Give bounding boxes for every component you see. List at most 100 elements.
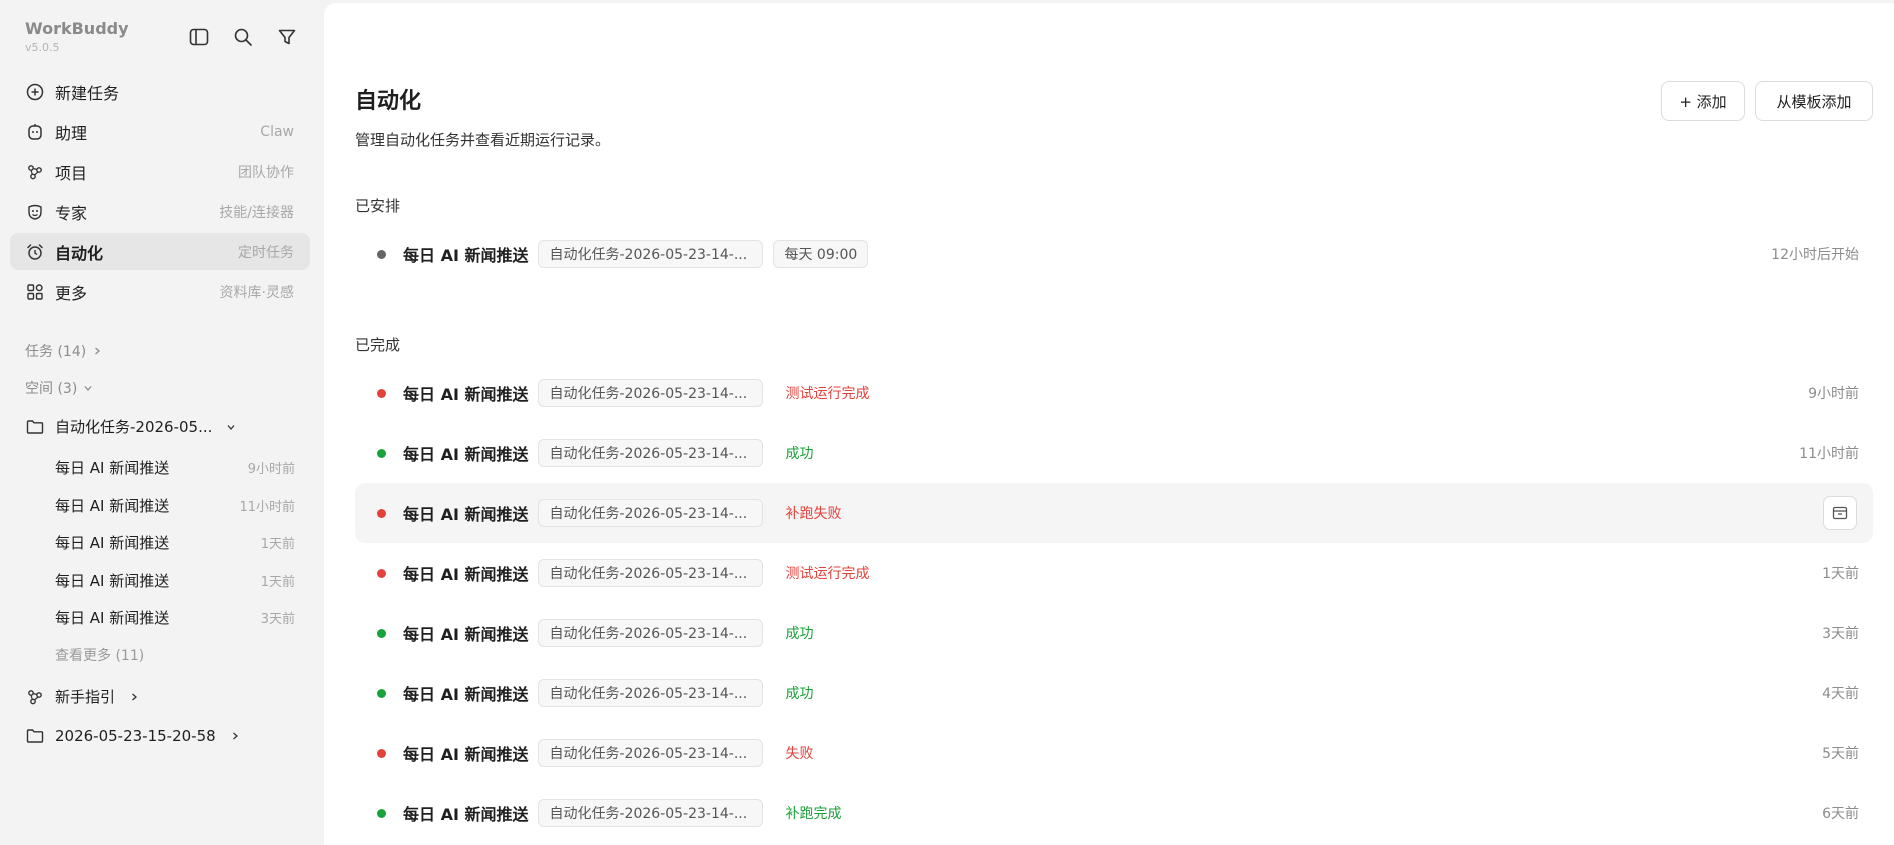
task-name: 每日 AI 新闻推送 [403,385,529,404]
main-panel: 自动化 管理自动化任务并查看近期运行记录。 + 添加 从模板添加 已安排 每日 … [324,3,1894,845]
add-button[interactable]: + 添加 [1661,81,1745,121]
task-source-chip: 自动化任务-2026-05-23-14-... [538,619,764,647]
task-name: 每日 AI 新闻推送 [403,565,529,584]
nav-item-assistant[interactable]: 助理 Claw [10,113,310,150]
task-source-chip: 自动化任务-2026-05-23-14-... [538,439,764,467]
nav-item-hint: Claw [260,123,294,140]
tasks-group-header[interactable]: 任务 (14) [25,341,102,361]
status-dot [377,628,386,638]
archive-button[interactable] [1823,496,1857,530]
add-from-template-button[interactable]: 从模板添加 [1755,81,1873,121]
list-item-title: 每日 AI 新闻推送 [55,571,170,590]
status-dot [377,748,386,758]
archive-icon [1832,506,1848,520]
run-status: 测试运行完成 [785,566,870,582]
row-time: 4天前 [1822,686,1859,702]
table-row[interactable]: 每日 AI 新闻推送 自动化任务-2026-05-23-14-... 成功 4天… [355,663,1873,723]
row-time: 3天前 [1822,626,1859,642]
task-source-chip: 自动化任务-2026-05-23-14-... [538,739,764,767]
table-row[interactable]: 每日 AI 新闻推送 自动化任务-2026-05-23-14-... 测试运行完… [355,543,1873,603]
project-icon [25,162,45,182]
chevron-right-icon [129,692,139,702]
sidebar-toggle-icon[interactable] [188,26,210,48]
folder-dated[interactable]: 2026-05-23-15-20-58 [25,726,295,746]
table-row[interactable]: 每日 AI 新闻推送 自动化任务-2026-05-23-14-... 成功 3天… [355,603,1873,663]
sidebar-toolbar [188,26,298,48]
row-time: 1天前 [1822,566,1859,582]
nav-item-label: 自动化 [55,243,104,263]
list-item-title: 每日 AI 新闻推送 [55,459,170,478]
task-name: 每日 AI 新闻推送 [403,246,529,265]
table-row[interactable]: 每日 AI 新闻推送 自动化任务-2026-05-23-14-... 成功 11… [355,423,1873,483]
table-row[interactable]: 每日 AI 新闻推送 自动化任务-2026-05-23-14-... 补跑失败 [355,483,1873,543]
list-item-title: 每日 AI 新闻推送 [55,496,170,515]
chevron-right-icon [230,731,240,741]
run-status: 成功 [785,446,814,462]
guide-row[interactable]: 新手指引 [25,686,295,707]
row-time: 6天前 [1822,806,1859,822]
task-name: 每日 AI 新闻推送 [403,805,529,824]
search-icon[interactable] [232,26,254,48]
status-dot [377,388,386,398]
guide-label: 新手指引 [55,688,116,706]
run-status: 补跑失败 [785,506,842,522]
list-item[interactable]: 每日 AI 新闻推送 9小时前 [55,449,295,487]
schedule-chip: 每天 09:00 [773,240,869,268]
nav-item-projects[interactable]: 项目 团队协作 [10,153,310,190]
task-source-chip: 自动化任务-2026-05-23-14-... [538,379,764,407]
apps-grid-icon [25,282,45,302]
table-row[interactable]: 每日 AI 新闻推送 自动化任务-2026-05-23-14-... 每天 09… [355,224,1873,284]
table-row[interactable]: 每日 AI 新闻推送 自动化任务-2026-05-23-14-... 补跑完成 … [355,783,1873,843]
nav-item-hint: 资料库·灵感 [219,284,294,301]
scheduled-list: 每日 AI 新闻推送 自动化任务-2026-05-23-14-... 每天 09… [355,224,1873,284]
run-status: 补跑完成 [785,806,842,822]
spaces-group-header[interactable]: 空间 (3) [25,378,93,398]
nav-item-hint: 技能/连接器 [219,204,294,221]
run-status: 成功 [785,626,814,642]
task-name: 每日 AI 新闻推送 [403,445,529,464]
task-source-chip: 自动化任务-2026-05-23-14-... [538,679,764,707]
status-dot [377,688,386,698]
run-status: 成功 [785,686,814,702]
folder-task-list: 每日 AI 新闻推送 9小时前 每日 AI 新闻推送 11小时前 每日 AI 新闻推… [55,449,295,637]
folder-icon [25,726,45,746]
list-item[interactable]: 每日 AI 新闻推送 1天前 [55,524,295,562]
main-nav: 新建任务 助理 Claw 项目 团队协作 专家 技能/连接器 自动化 定时任务 … [10,73,310,313]
list-item[interactable]: 每日 AI 新闻推送 3天前 [55,599,295,637]
completed-list: 每日 AI 新闻推送 自动化任务-2026-05-23-14-... 测试运行完… [355,363,1873,843]
nav-item-more[interactable]: 更多 资料库·灵感 [10,273,310,310]
spaces-group-label: 空间 (3) [25,381,78,397]
task-name: 每日 AI 新闻推送 [403,505,529,524]
chevron-down-icon [226,422,236,432]
status-dot [377,508,386,518]
task-source-chip: 自动化任务-2026-05-23-14-... [538,799,764,827]
nav-item-new-task[interactable]: 新建任务 [10,73,310,110]
page-description: 管理自动化任务并查看近期运行记录。 [355,131,611,149]
list-item-time: 1天前 [260,574,295,590]
row-time: 5天前 [1822,746,1859,762]
chevron-down-icon [83,383,93,393]
status-dot [377,808,386,818]
table-row[interactable]: 每日 AI 新闻推送 自动化任务-2026-05-23-14-... 测试运行完… [355,363,1873,423]
nav-item-hint: 团队协作 [238,164,294,181]
status-dot [377,249,386,259]
filter-icon[interactable] [276,26,298,48]
task-name: 每日 AI 新闻推送 [403,745,529,764]
status-dot [377,448,386,458]
app-name: WorkBuddy [25,19,129,38]
nav-item-label: 助理 [55,123,88,143]
list-item-title: 每日 AI 新闻推送 [55,534,170,553]
list-item[interactable]: 每日 AI 新闻推送 11小时前 [55,487,295,525]
nav-item-hint: 定时任务 [238,244,294,261]
row-time: 12小时后开始 [1771,247,1859,263]
guide-icon [25,687,45,707]
list-item-title: 每日 AI 新闻推送 [55,609,170,628]
nav-item-experts[interactable]: 专家 技能/连接器 [10,193,310,230]
table-row[interactable]: 每日 AI 新闻推送 自动化任务-2026-05-23-14-... 失败 5天… [355,723,1873,783]
nav-item-automation[interactable]: 自动化 定时任务 [10,233,310,270]
row-time: 11小时前 [1799,446,1859,462]
folder-name: 自动化任务-2026-05... [55,418,213,436]
folder-automation[interactable]: 自动化任务-2026-05... [25,416,295,437]
list-item[interactable]: 每日 AI 新闻推送 1天前 [55,562,295,600]
see-more-link[interactable]: 查看更多 (11) [55,645,144,665]
